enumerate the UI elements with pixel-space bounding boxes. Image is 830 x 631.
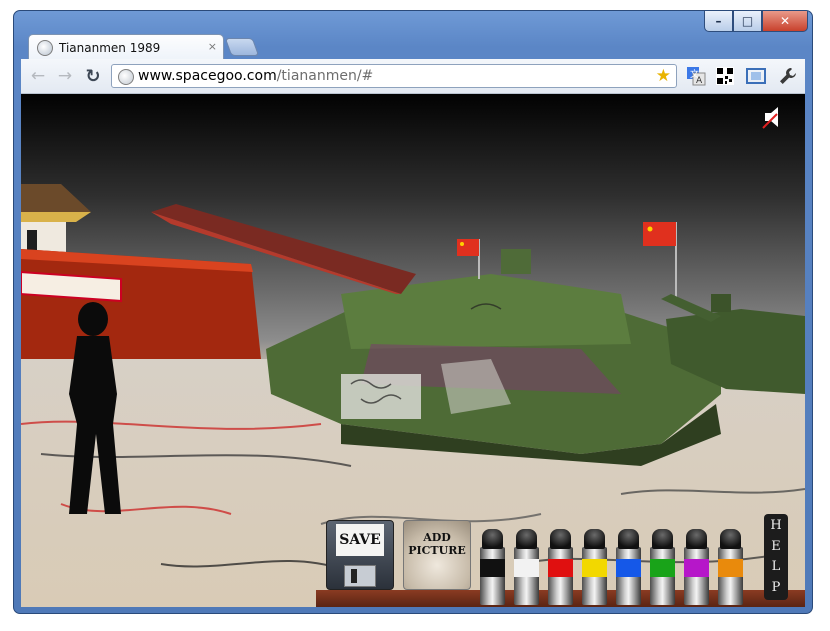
spray-cap-icon — [516, 529, 537, 549]
spray-cap-icon — [482, 529, 503, 549]
wrench-icon[interactable] — [777, 65, 799, 87]
spray-cap-icon — [584, 529, 605, 549]
browser-toolbar: ← → ↻ www.spacegoo.com/tiananmen/# ★ 文A — [21, 59, 805, 94]
paint-can-white[interactable] — [513, 529, 540, 607]
spray-cap-icon — [652, 529, 673, 549]
site-globe-icon — [118, 69, 134, 85]
spray-cap-icon — [618, 529, 639, 549]
address-bar[interactable]: www.spacegoo.com/tiananmen/# ★ — [111, 64, 677, 88]
floppy-disk-icon — [344, 565, 376, 587]
svg-text:A: A — [696, 76, 703, 86]
back-button[interactable]: ← — [27, 65, 49, 87]
reload-button[interactable]: ↻ — [82, 65, 104, 87]
add-picture-label: ADD PICTURE — [404, 531, 470, 557]
minimize-button[interactable]: – — [704, 11, 733, 32]
tab-title: Tiananmen 1989 — [59, 40, 161, 55]
webgl-scene[interactable]: SAVE ADD PICTURE H E L P — [21, 94, 805, 607]
flag-right — [643, 222, 677, 304]
maximize-button[interactable]: □ — [733, 11, 762, 32]
bookmark-star-icon[interactable]: ★ — [656, 66, 671, 86]
paint-can-purple[interactable] — [683, 529, 710, 607]
spray-cap-icon — [720, 529, 741, 549]
color-swatch — [582, 559, 607, 577]
paint-can-black[interactable] — [479, 529, 506, 607]
title-bar: – □ ✕ Tiananmen 1989 × — [14, 11, 812, 60]
color-swatch — [548, 559, 573, 577]
url-host: www.spacegoo.com — [138, 68, 277, 84]
close-window-button[interactable]: ✕ — [762, 11, 808, 32]
help-letter: E — [771, 538, 781, 554]
color-swatch — [684, 559, 709, 577]
spray-cap-icon — [686, 529, 707, 549]
add-picture-label-line2: PICTURE — [408, 544, 466, 557]
color-swatch — [514, 559, 539, 577]
tab-close-button[interactable]: × — [208, 40, 217, 53]
qr-code-icon[interactable] — [714, 65, 736, 87]
translate-icon[interactable]: 文A — [685, 65, 707, 87]
speaker-muted-icon[interactable] — [761, 104, 787, 130]
paint-can-green[interactable] — [649, 529, 676, 607]
save-button-label: SAVE — [336, 524, 384, 556]
color-swatch — [616, 559, 641, 577]
browser-tab[interactable]: Tiananmen 1989 × — [28, 34, 224, 60]
fullscreen-icon[interactable] — [745, 65, 767, 87]
add-picture-button[interactable]: ADD PICTURE — [403, 520, 471, 590]
help-letter: H — [770, 518, 782, 534]
paint-can-red[interactable] — [547, 529, 574, 607]
url-text: www.spacegoo.com/tiananmen/# — [138, 68, 373, 84]
browser-window: – □ ✕ Tiananmen 1989 × ← → ↻ www.spacego… — [13, 10, 813, 614]
paint-can-row — [479, 512, 751, 607]
forward-button[interactable]: → — [54, 65, 76, 87]
url-path: /tiananmen/# — [276, 68, 374, 84]
color-swatch — [480, 559, 505, 577]
flag-left — [457, 239, 480, 279]
new-tab-button[interactable] — [224, 38, 260, 56]
color-swatch — [650, 559, 675, 577]
color-swatch — [718, 559, 743, 577]
help-button[interactable]: H E L P — [764, 514, 788, 600]
help-letter: L — [771, 559, 781, 575]
add-picture-label-line1: ADD — [423, 531, 451, 544]
save-button[interactable]: SAVE — [326, 520, 394, 590]
paint-can-blue[interactable] — [615, 529, 642, 607]
globe-icon — [37, 39, 53, 56]
tiananmen-gate — [21, 184, 261, 359]
paint-can-yellow[interactable] — [581, 529, 608, 607]
paint-toolbar: SAVE ADD PICTURE H E L P — [316, 512, 805, 607]
window-controls: – □ ✕ — [704, 11, 808, 33]
spray-cap-icon — [550, 529, 571, 549]
help-letter: P — [771, 579, 781, 595]
paint-can-orange[interactable] — [717, 529, 744, 607]
